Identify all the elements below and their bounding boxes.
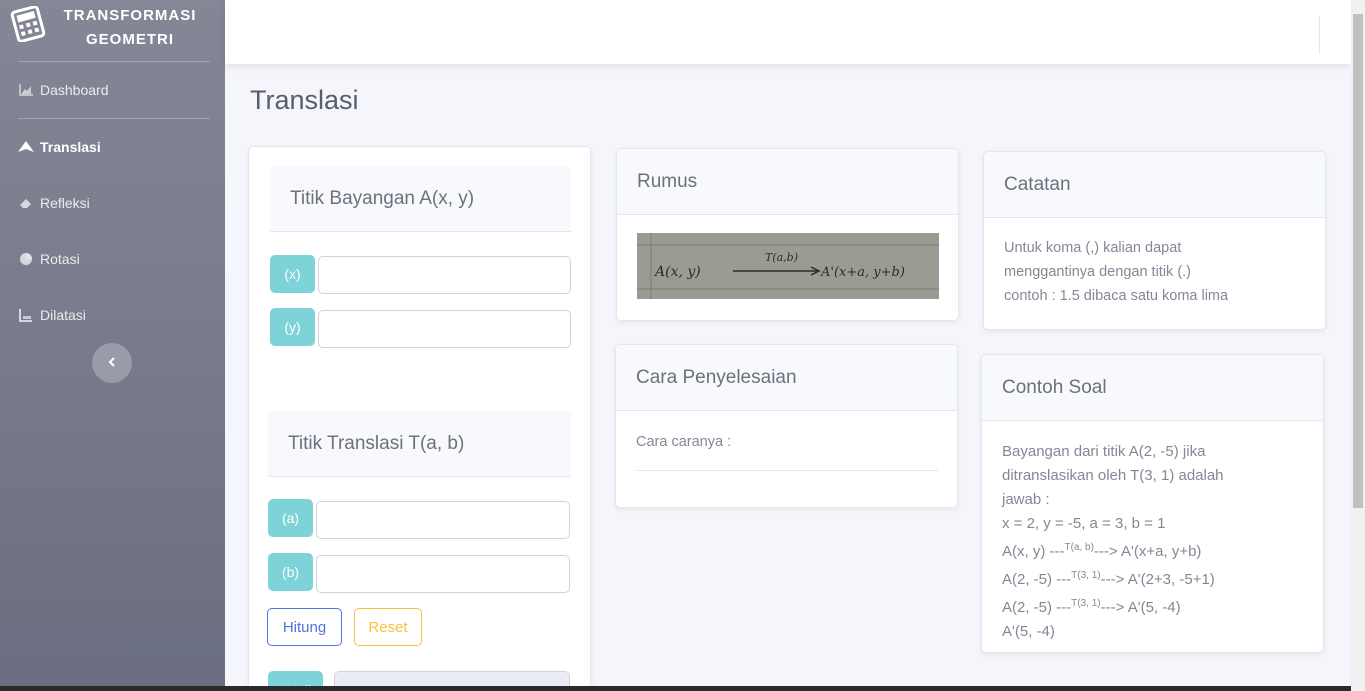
contoh-line-sup: T(3, 1)	[1071, 570, 1101, 581]
cara-header: Cara Penyelesaian	[616, 345, 957, 411]
reset-button[interactable]: Reset	[354, 608, 422, 646]
contoh-line: A(x, y) ---T(a, b)---> A'(x+a, y+b)	[1002, 536, 1312, 564]
topbar	[225, 0, 1351, 64]
sidebar-item-label: Dashboard	[40, 82, 109, 98]
sidebar-item-refleksi[interactable]: Refleksi	[0, 183, 225, 223]
catatan-body: Untuk koma (,) kalian dapat menggantinya…	[1004, 236, 1314, 308]
translation-section-header: Titik Translasi T(a, b)	[268, 411, 571, 477]
translation-form-card: Titik Bayangan A(x, y) (x) (y) Titik Tra…	[248, 146, 591, 691]
x-input-label: (x)	[270, 255, 315, 293]
sidebar-toggle-button[interactable]	[92, 343, 132, 383]
scale-icon	[18, 307, 34, 323]
rumus-left-text: A(x, y)	[653, 264, 701, 280]
rumus-header: Rumus	[617, 149, 958, 215]
topbar-divider	[1319, 16, 1320, 54]
sidebar-item-dashboard[interactable]: Dashboard	[0, 70, 225, 110]
sidebar-item-label: Dilatasi	[40, 307, 86, 323]
contoh-line: jawab :	[1002, 491, 1050, 508]
x-input[interactable]	[318, 256, 571, 294]
point-section-header: Titik Bayangan A(x, y)	[270, 167, 571, 232]
sidebar: TRANSFORMASI GEOMETRI Dashboard Translas…	[0, 0, 225, 691]
contoh-line-part: A(x, y) ---	[1002, 543, 1065, 560]
catatan-card: Catatan Untuk koma (,) kalian dapat meng…	[983, 151, 1326, 330]
contoh-line-part: A(2, -5) ---	[1002, 571, 1072, 588]
catatan-line: menggantinya dengan titik (.)	[1004, 264, 1191, 280]
contoh-line: A'(5, -4)	[1002, 623, 1055, 640]
sidebar-item-dilatasi[interactable]: Dilatasi	[0, 295, 225, 335]
contoh-line-part: ---> A'(2+3, -5+1)	[1100, 571, 1215, 588]
brand[interactable]: TRANSFORMASI GEOMETRI	[0, 0, 225, 62]
pie-chart-icon	[18, 251, 34, 267]
y-input[interactable]	[318, 310, 571, 348]
rumus-top-text: T(a,b)	[765, 251, 798, 264]
contoh-soal-card: Contoh Soal Bayangan dari titik A(2, -5)…	[981, 354, 1324, 653]
sidebar-divider	[18, 118, 210, 119]
brand-title: TRANSFORMASI GEOMETRI	[55, 4, 205, 52]
chart-area-icon	[18, 82, 34, 98]
sidebar-divider	[18, 61, 210, 62]
a-input[interactable]	[316, 501, 570, 539]
bottom-strip	[0, 686, 1351, 691]
vertical-scrollbar[interactable]	[1351, 0, 1365, 691]
contoh-body: Bayangan dari titik A(2, -5) jika ditran…	[1002, 440, 1312, 644]
a-input-label: (a)	[268, 499, 313, 537]
contoh-line: A(2, -5) ---T(3, 1)---> A'(5, -4)	[1002, 592, 1312, 620]
chevron-left-icon	[108, 354, 116, 372]
y-input-label: (y)	[270, 308, 315, 346]
catatan-header: Catatan	[984, 152, 1325, 218]
cara-text: Cara caranya :	[636, 434, 732, 450]
page-title: Translasi	[250, 85, 359, 115]
b-input-label: (b)	[268, 553, 313, 591]
contoh-line: ditranslasikan oleh T(3, 1) adalah	[1002, 467, 1224, 484]
scrollbar-thumb[interactable]	[1353, 14, 1363, 508]
sidebar-item-translasi[interactable]: Translasi	[0, 127, 225, 167]
catatan-line: contoh : 1.5 dibaca satu koma lima	[1004, 288, 1229, 304]
sidebar-item-rotasi[interactable]: Rotasi	[0, 239, 225, 279]
contoh-line: x = 2, y = -5, a = 3, b = 1	[1002, 515, 1166, 532]
brand-line-1: TRANSFORMASI	[63, 7, 197, 24]
rumus-card: Rumus A(x, y) T(a,b) A'(x+a, y+b)	[616, 148, 959, 321]
sidebar-item-label: Rotasi	[40, 251, 80, 267]
sidebar-item-label: Translasi	[40, 139, 101, 155]
b-input[interactable]	[316, 555, 570, 593]
contoh-line-sup: T(a, b)	[1064, 542, 1094, 553]
cara-divider	[636, 470, 938, 471]
paper-plane-icon	[18, 139, 34, 155]
eraser-icon	[18, 195, 34, 211]
contoh-line-sup: T(3, 1)	[1071, 598, 1101, 609]
cara-penyelesaian-card: Cara Penyelesaian Cara caranya :	[615, 344, 958, 508]
sidebar-item-label: Refleksi	[40, 195, 90, 211]
contoh-line: A(2, -5) ---T(3, 1)---> A'(2+3, -5+1)	[1002, 564, 1312, 592]
contoh-line-part: A(2, -5) ---	[1002, 599, 1072, 616]
rumus-formula-image: A(x, y) T(a,b) A'(x+a, y+b)	[637, 233, 939, 299]
contoh-line-part: ---> A'(5, -4)	[1100, 599, 1181, 616]
brand-line-2: GEOMETRI	[85, 31, 174, 48]
calculator-icon	[10, 5, 46, 43]
contoh-line-part: ---> A'(x+a, y+b)	[1093, 543, 1202, 560]
contoh-header: Contoh Soal	[982, 355, 1323, 421]
catatan-line: Untuk koma (,) kalian dapat	[1004, 240, 1182, 256]
hitung-button[interactable]: Hitung	[267, 608, 342, 646]
rumus-right-text: A'(x+a, y+b)	[820, 265, 905, 280]
contoh-line: Bayangan dari titik A(2, -5) jika	[1002, 443, 1206, 460]
